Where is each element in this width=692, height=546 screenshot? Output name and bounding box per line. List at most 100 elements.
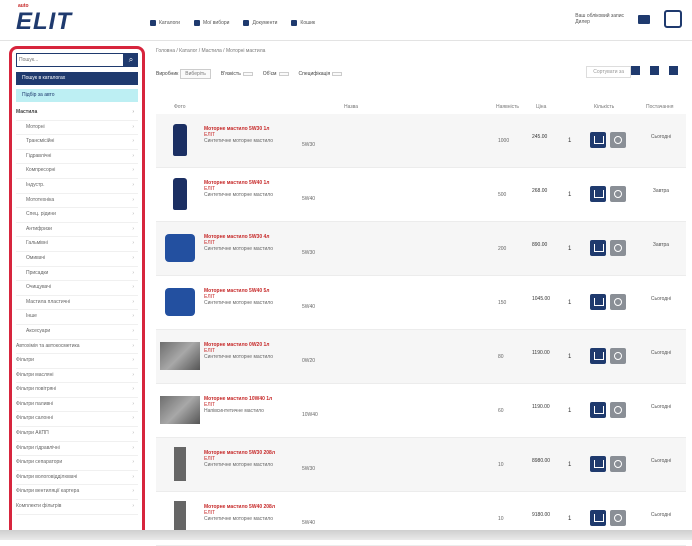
sidebar-category-item[interactable]: Фільтри вентиляції картера › bbox=[16, 485, 138, 501]
product-price: 890.00 bbox=[532, 242, 548, 248]
product-info-button[interactable] bbox=[610, 294, 626, 310]
product-stock: 500 bbox=[498, 192, 507, 198]
vehicle-select-button[interactable]: Підбір за авто bbox=[16, 89, 138, 102]
chevron-right-icon: › bbox=[132, 459, 134, 466]
sidebar-category-item[interactable]: Омивачі › bbox=[16, 252, 138, 267]
product-image-shape bbox=[173, 178, 187, 210]
search-icon[interactable]: ⌕ bbox=[124, 53, 138, 67]
product-info-button[interactable] bbox=[610, 456, 626, 472]
product-info-button[interactable] bbox=[610, 402, 626, 418]
quantity-value[interactable]: 1 bbox=[568, 462, 571, 468]
category-label: Фільтри повітряні bbox=[16, 386, 57, 393]
product-info-button[interactable] bbox=[610, 348, 626, 364]
chevron-right-icon: › bbox=[132, 473, 134, 480]
product-list: Моторне мастило 5W30 1л ЕЛІТ Синтетичне мо… bbox=[156, 114, 686, 546]
product-stock: 80 bbox=[498, 354, 504, 360]
table-view-icon[interactable] bbox=[669, 66, 678, 75]
sidebar-category-item[interactable]: Фільтри сепаратори › bbox=[16, 456, 138, 471]
product-info-button[interactable] bbox=[610, 132, 626, 148]
breadcrumb[interactable]: Головна / Каталог / Мастила / Моторні ма… bbox=[156, 48, 265, 54]
search-input[interactable] bbox=[16, 53, 124, 67]
product-image[interactable] bbox=[160, 336, 200, 376]
sort-select[interactable]: Сортувати за bbox=[586, 66, 631, 78]
nav-catalogs[interactable]: Каталоги bbox=[150, 20, 180, 26]
chevron-right-icon: › bbox=[132, 371, 134, 378]
sidebar-category-item[interactable]: Мототехніка › bbox=[16, 194, 138, 209]
quantity-value[interactable]: 1 bbox=[568, 246, 571, 252]
sidebar-category-item[interactable]: Фільтри гідравлічні › bbox=[16, 442, 138, 457]
filter-viscosity[interactable]: В'язкість bbox=[221, 71, 253, 77]
nav-cart[interactable]: Кошик bbox=[291, 20, 315, 26]
list-view-icon[interactable] bbox=[650, 66, 659, 75]
sidebar-category-item[interactable]: Фільтри АКПП › bbox=[16, 427, 138, 442]
sidebar-category-item[interactable]: Спец. рідини › bbox=[16, 208, 138, 223]
quantity-value[interactable]: 1 bbox=[568, 408, 571, 414]
nav-favorites[interactable]: Мої вибори bbox=[193, 20, 229, 26]
chevron-right-icon: › bbox=[132, 503, 134, 510]
product-spec: 5W30 bbox=[302, 250, 316, 256]
quantity-value[interactable]: 1 bbox=[568, 300, 571, 306]
quantity-value[interactable]: 1 bbox=[568, 354, 571, 360]
quantity-value[interactable]: 1 bbox=[568, 138, 571, 144]
product-image[interactable] bbox=[160, 282, 200, 322]
product-image[interactable] bbox=[160, 444, 200, 484]
quantity-value[interactable]: 1 bbox=[568, 192, 571, 198]
cart-icon bbox=[291, 20, 298, 26]
product-desc: Синтетичне моторне мастило bbox=[204, 462, 274, 468]
add-to-cart-button[interactable] bbox=[590, 402, 606, 418]
sidebar-category-item[interactable]: Фільтри салонні › bbox=[16, 412, 138, 428]
product-image[interactable] bbox=[160, 390, 200, 430]
chevron-right-icon: › bbox=[132, 211, 134, 218]
category-label: Аксесуари bbox=[26, 327, 51, 334]
product-price: 1190.00 bbox=[532, 350, 550, 356]
grid-view-icon[interactable] bbox=[631, 66, 640, 75]
product-image[interactable] bbox=[160, 228, 200, 268]
filter-volume[interactable]: Об'єм bbox=[263, 71, 289, 77]
add-to-cart-button[interactable] bbox=[590, 294, 606, 310]
sidebar-category-item[interactable]: Очищувачі › bbox=[16, 281, 138, 296]
sidebar-category-item[interactable]: Фільтри масляні › bbox=[16, 369, 138, 384]
catalog-search-button[interactable]: Пошук в каталогах bbox=[16, 72, 138, 85]
filter-manufacturer[interactable]: Виробник Виберіть bbox=[156, 69, 211, 79]
product-info-button[interactable] bbox=[610, 240, 626, 256]
elit-logo[interactable]: ELIT bbox=[16, 8, 72, 36]
sidebar-category-item[interactable]: Індустр. › bbox=[16, 179, 138, 194]
sidebar-category-item[interactable]: Антифризи › bbox=[16, 223, 138, 238]
filter-spec[interactable]: Специфікація bbox=[299, 71, 343, 77]
sidebar-category-item[interactable]: Гідравлічні › bbox=[16, 150, 138, 165]
product-desc: Синтетичне моторне мастило bbox=[204, 192, 274, 198]
product-spec: 5W30 bbox=[302, 466, 316, 472]
sidebar-category-item[interactable]: Мастила › bbox=[16, 106, 138, 121]
sidebar-category-item[interactable]: Гальмівні › bbox=[16, 237, 138, 252]
sidebar-category-item[interactable]: Автохімія та автокосметика › bbox=[16, 340, 138, 355]
add-to-cart-button[interactable] bbox=[590, 510, 606, 526]
sidebar-category-item[interactable]: Фільтри паливні › bbox=[16, 398, 138, 413]
product-image[interactable] bbox=[160, 174, 200, 214]
category-label: Мастила bbox=[16, 109, 38, 115]
sidebar-category-item[interactable]: Аксесуари › bbox=[16, 325, 138, 340]
account-link[interactable]: Ваш обліковий запис Дилер bbox=[575, 13, 624, 25]
sidebar-category-item[interactable]: Фільтри вологовідділювачі › bbox=[16, 471, 138, 486]
sidebar-category-item[interactable]: Компресорні › bbox=[16, 164, 138, 179]
sidebar-category-item[interactable]: Фільтри повітряні › bbox=[16, 383, 138, 398]
product-image-shape bbox=[165, 288, 195, 316]
cart-icon[interactable] bbox=[664, 10, 682, 28]
product-info-button[interactable] bbox=[610, 510, 626, 526]
product-info-button[interactable] bbox=[610, 186, 626, 202]
sidebar-category-item[interactable]: Трансмісійні › bbox=[16, 135, 138, 150]
quantity-value[interactable]: 1 bbox=[568, 516, 571, 522]
nav-documents[interactable]: Документи bbox=[243, 20, 277, 26]
sidebar-category-item[interactable]: Інше › bbox=[16, 310, 138, 325]
folder-icon[interactable] bbox=[638, 14, 650, 24]
sidebar-category-item[interactable]: Мастила пластичні › bbox=[16, 296, 138, 311]
add-to-cart-button[interactable] bbox=[590, 132, 606, 148]
add-to-cart-button[interactable] bbox=[590, 456, 606, 472]
sidebar-category-item[interactable]: Присадки › bbox=[16, 267, 138, 282]
sidebar-category-item[interactable]: Моторні › bbox=[16, 121, 138, 136]
add-to-cart-button[interactable] bbox=[590, 240, 606, 256]
sidebar-category-item[interactable]: Фільтри › bbox=[16, 354, 138, 369]
add-to-cart-button[interactable] bbox=[590, 186, 606, 202]
sidebar-category-item[interactable]: Комплекти фільтрів › bbox=[16, 500, 138, 515]
add-to-cart-button[interactable] bbox=[590, 348, 606, 364]
product-image[interactable] bbox=[160, 120, 200, 160]
